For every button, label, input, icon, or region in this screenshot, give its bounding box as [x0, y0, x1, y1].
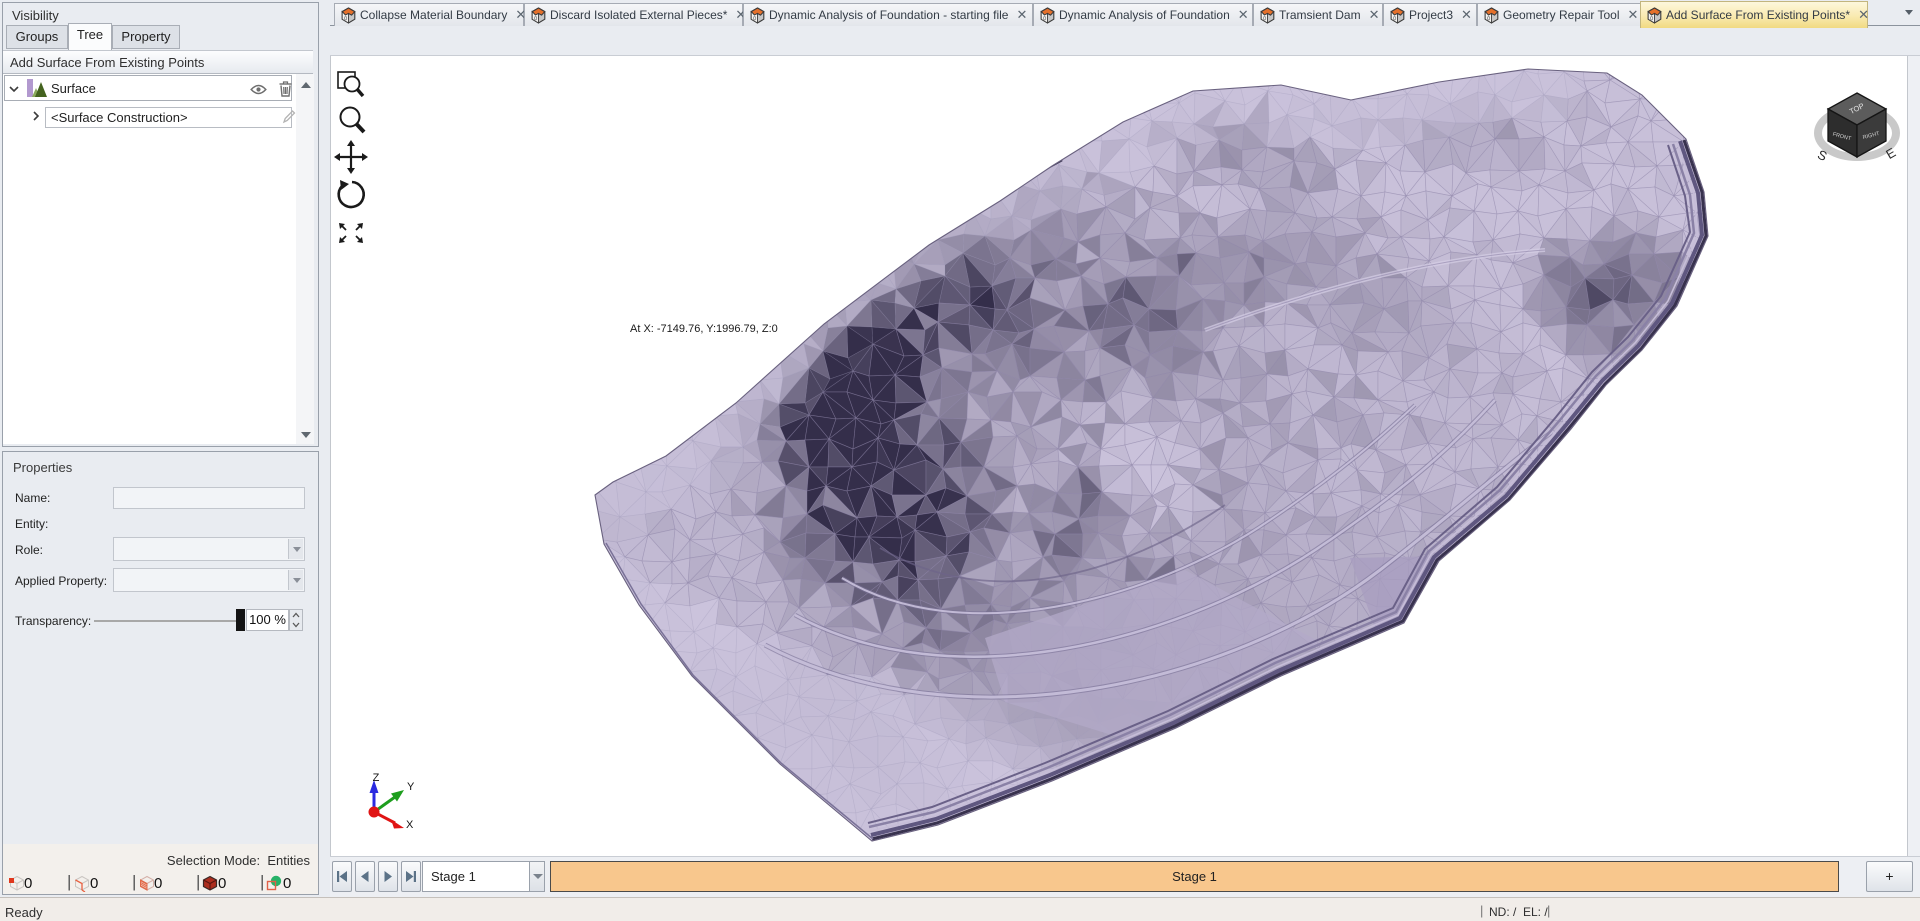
svg-text:E: E: [1883, 144, 1898, 161]
svg-text:Y: Y: [407, 781, 415, 793]
svg-text:X: X: [406, 819, 414, 831]
svg-text:S: S: [1815, 147, 1829, 164]
svg-text:Z: Z: [373, 772, 380, 784]
